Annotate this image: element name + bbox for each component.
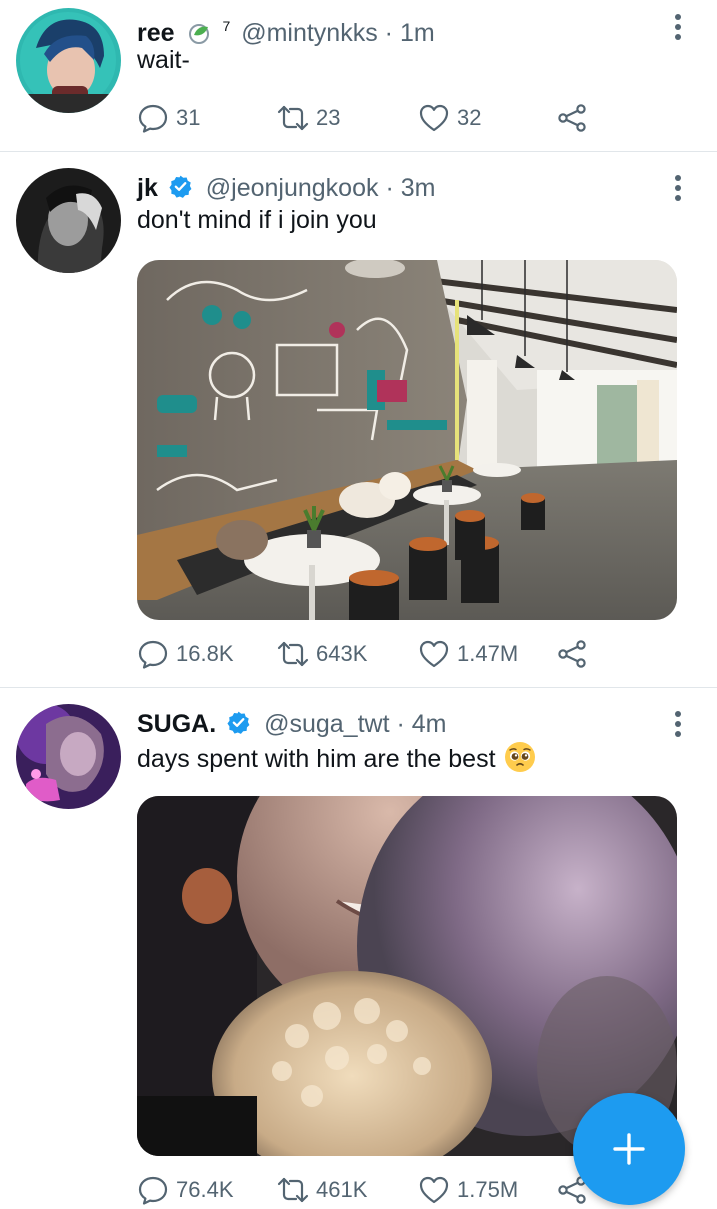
reply-count: 76.4K	[176, 1177, 234, 1202]
more-options-icon[interactable]	[673, 175, 683, 201]
tweet-1[interactable]: ree 7 @mintynkks · 1m wait- 31 23 32	[0, 0, 717, 152]
name-badge-number: 7	[222, 18, 231, 34]
separator-dot: ·	[384, 19, 393, 47]
avatar[interactable]	[16, 168, 121, 273]
tweet-text-content: days spent with him are the best	[137, 745, 496, 773]
tweet-actions: 76.4K 461K 1.75M	[137, 1173, 597, 1207]
avatar[interactable]	[16, 8, 121, 113]
reply-icon	[138, 1176, 168, 1205]
reply-icon	[138, 640, 168, 669]
share-icon	[558, 640, 586, 668]
reply-button[interactable]: 31	[137, 101, 200, 135]
user-handle[interactable]: @jeonjungkook	[206, 174, 379, 202]
like-icon	[419, 1176, 449, 1204]
sprout-emoji-icon	[188, 24, 209, 44]
separator-dot: ·	[385, 174, 394, 202]
tweet-text: days spent with him are the best	[137, 741, 536, 774]
like-button[interactable]: 1.47M	[418, 637, 518, 671]
tweet-photo-cafe[interactable]	[137, 260, 677, 620]
compose-tweet-button[interactable]	[573, 1093, 685, 1205]
retweet-button[interactable]: 643K	[277, 637, 367, 671]
timestamp[interactable]: 4m	[412, 710, 447, 738]
reply-button[interactable]: 16.8K	[137, 637, 234, 671]
like-icon	[419, 640, 449, 668]
reply-icon	[138, 104, 168, 133]
reply-button[interactable]: 76.4K	[137, 1173, 234, 1207]
timestamp[interactable]: 3m	[401, 174, 436, 202]
like-button[interactable]: 32	[418, 101, 481, 135]
retweet-count: 461K	[316, 1177, 368, 1202]
reply-count: 31	[176, 105, 201, 130]
tweet-text: don't mind if i join you	[137, 206, 377, 234]
tweet-text: wait-	[137, 46, 190, 74]
tweet-header: jk @jeonjungkook · 3m	[137, 173, 435, 203]
compose-plus-icon	[613, 1133, 645, 1165]
reply-count: 16.8K	[176, 641, 234, 666]
more-options-icon[interactable]	[673, 711, 683, 737]
display-name[interactable]: ree	[137, 19, 175, 47]
tweet-photo-selfie[interactable]	[137, 796, 677, 1156]
timestamp[interactable]: 1m	[400, 19, 435, 47]
retweet-icon	[277, 1177, 309, 1203]
like-count: 32	[457, 105, 482, 130]
verified-badge-icon	[227, 711, 250, 734]
retweet-button[interactable]: 23	[277, 101, 340, 135]
user-handle[interactable]: @mintynkks	[241, 19, 378, 47]
retweet-button[interactable]: 461K	[277, 1173, 367, 1207]
like-icon	[419, 104, 449, 132]
verified-badge-icon	[169, 175, 192, 198]
tweet-actions: 31 23 32	[137, 101, 597, 135]
retweet-icon	[277, 641, 309, 667]
share-icon	[558, 104, 586, 132]
tweet-2[interactable]: jk @jeonjungkook · 3m don't mind if i jo…	[0, 152, 717, 688]
more-options-icon[interactable]	[673, 14, 683, 40]
pleading-face-emoji-icon	[504, 742, 535, 772]
display-name[interactable]: jk	[137, 174, 158, 202]
tweet-header: SUGA. @suga_twt · 4m	[137, 709, 447, 739]
like-count: 1.47M	[457, 641, 519, 666]
like-count: 1.75M	[457, 1177, 519, 1202]
retweet-icon	[277, 105, 309, 131]
share-button[interactable]	[556, 637, 588, 671]
separator-dot: ·	[396, 710, 405, 738]
like-button[interactable]: 1.75M	[418, 1173, 518, 1207]
retweet-count: 643K	[316, 641, 368, 666]
user-handle[interactable]: @suga_twt	[264, 710, 389, 738]
retweet-count: 23	[316, 105, 341, 130]
tweet-actions: 16.8K 643K 1.47M	[137, 637, 597, 671]
avatar[interactable]	[16, 704, 121, 809]
display-name[interactable]: SUGA.	[137, 710, 216, 738]
share-button[interactable]	[556, 101, 588, 135]
tweet-header: ree 7 @mintynkks · 1m	[137, 11, 435, 48]
